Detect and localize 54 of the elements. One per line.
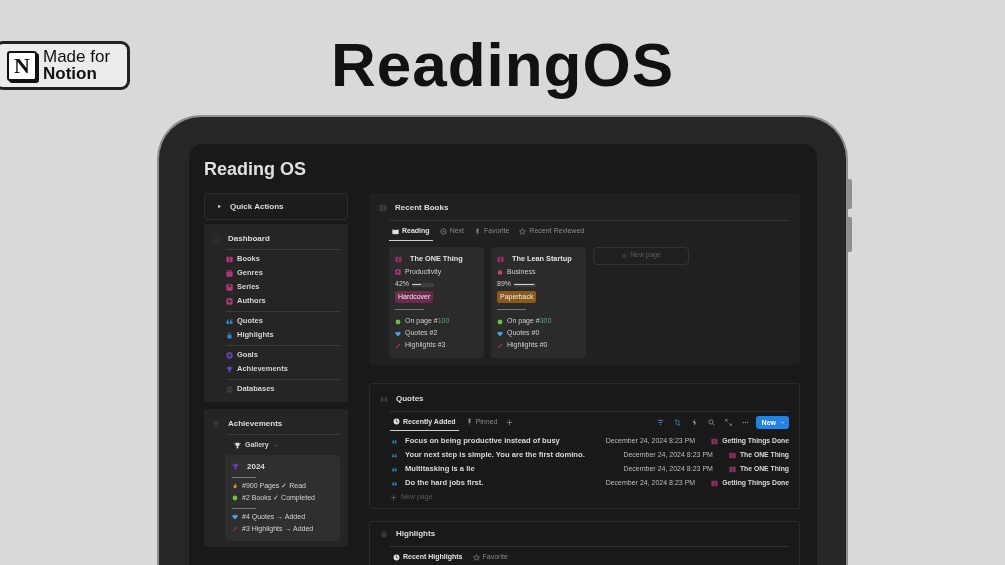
star-icon <box>472 553 480 561</box>
panel-title: Dashboard <box>228 233 270 245</box>
bag-icon <box>497 269 503 275</box>
plus-icon <box>390 493 397 501</box>
quote-icon <box>392 466 397 472</box>
badge-text: Made for <box>43 48 111 65</box>
card-title: 2024 <box>247 460 265 473</box>
notion-logo: N <box>7 50 37 81</box>
quote-icon <box>392 480 397 486</box>
circle-icon <box>395 318 401 325</box>
lightning-icon <box>690 419 698 427</box>
heart-icon <box>497 330 503 337</box>
quote-icon <box>392 438 397 444</box>
clock-icon <box>393 553 400 561</box>
quote-icon <box>380 394 388 403</box>
sort-icon <box>673 419 681 427</box>
search-icon <box>707 419 715 427</box>
filter-icon <box>656 419 664 427</box>
clock-icon <box>393 418 400 426</box>
book-icon <box>728 465 736 473</box>
trophy-icon <box>232 463 239 470</box>
panel-title: Achievements <box>228 418 283 430</box>
heart-icon <box>395 330 401 337</box>
triangle-icon <box>217 204 222 209</box>
book-icon <box>395 255 402 263</box>
page-title: Reading OS <box>204 158 307 180</box>
expand-icon <box>724 419 732 427</box>
plus-icon <box>621 252 628 259</box>
arrow-icon <box>439 227 447 235</box>
star-icon <box>519 227 527 235</box>
panel-title: Quotes <box>396 392 424 405</box>
panel-title: Recent Books <box>395 202 449 214</box>
person-icon <box>395 269 401 275</box>
heart-icon <box>232 514 238 521</box>
book-icon <box>392 227 399 235</box>
trophy-icon <box>234 441 241 449</box>
plus-icon <box>506 419 514 427</box>
quote-icon <box>392 452 397 458</box>
circle-icon <box>232 494 238 501</box>
circle-icon <box>497 318 503 325</box>
lock-icon <box>380 530 388 538</box>
flame-icon <box>232 483 238 490</box>
book-icon <box>728 451 736 459</box>
pen-icon <box>232 525 238 532</box>
pen-icon <box>395 342 401 349</box>
chevron-icon <box>780 420 785 426</box>
book-icon <box>711 437 719 445</box>
badge-text: Notion <box>43 65 98 83</box>
chevron-icon <box>272 442 278 448</box>
book-icon <box>379 204 387 212</box>
panel-title: Highlights <box>396 528 436 540</box>
book-icon <box>497 255 504 263</box>
book-icon <box>711 479 719 487</box>
pen-icon <box>497 342 503 349</box>
